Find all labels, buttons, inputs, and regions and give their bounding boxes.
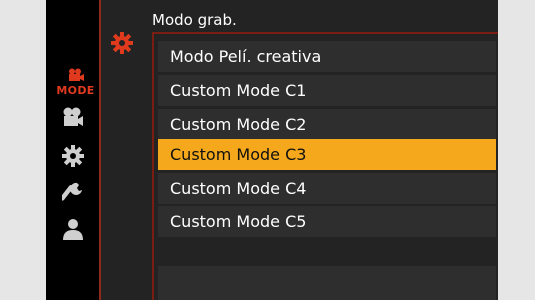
movie-camera-icon [69,68,84,81]
gear-icon [111,32,133,54]
menu-title: Modo grab. [152,11,237,29]
menu-item-custom-c3[interactable]: Custom Mode C3 [158,139,496,170]
menu-item-custom-c5[interactable]: Custom Mode C5 [158,206,496,237]
camera-menu-screen: MODE Modo grab. Modo Pelí. creativa Cust… [46,0,498,300]
menu-item-custom-c2[interactable]: Custom Mode C2 [158,109,496,140]
menu-tab-column: MODE [46,0,99,300]
menu-item-custom-c4[interactable]: Custom Mode C4 [158,173,496,204]
tab-mode[interactable]: MODE [52,64,99,100]
mode-tab-label: MODE [56,84,95,97]
movie-camera-icon[interactable] [62,107,84,127]
menu-item-empty [158,266,496,300]
gear-icon[interactable] [62,145,84,167]
submenu-panel: Modo grab. Modo Pelí. creativa Custom Mo… [99,0,498,300]
menu-item-custom-c1[interactable]: Custom Mode C1 [158,75,496,106]
wrench-icon[interactable] [62,182,84,206]
menu-item-creative-film[interactable]: Modo Pelí. creativa [158,41,496,72]
person-icon[interactable] [62,218,84,240]
